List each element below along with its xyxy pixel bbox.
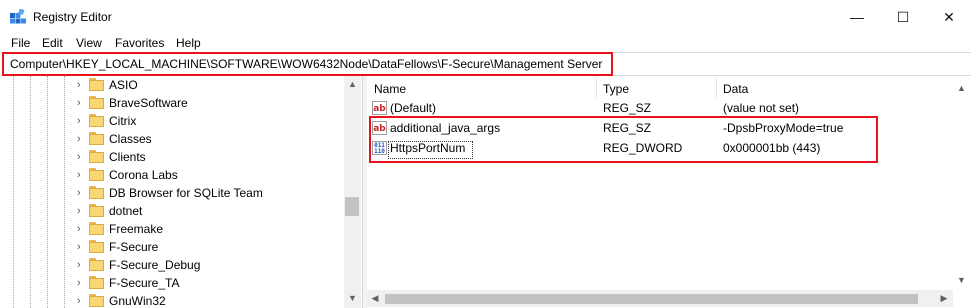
folder-icon [89,186,104,199]
folder-icon [89,240,104,253]
column-header-data[interactable]: Data [723,82,748,96]
column-header-type[interactable]: Type [603,82,629,96]
chevron-right-icon[interactable]: › [77,79,85,91]
scrollbar-thumb[interactable] [385,294,918,304]
tree-item-label: ASIO [109,78,138,92]
folder-icon [89,276,104,289]
tree-item-label: Freemake [109,222,164,236]
tree-item[interactable]: › Clients [0,148,340,166]
tree-item[interactable]: › ASIO [0,76,340,94]
chevron-right-icon[interactable]: › [77,133,85,145]
chevron-right-icon[interactable]: › [77,295,85,307]
column-header-name[interactable]: Name [374,82,406,96]
chevron-right-icon[interactable]: › [77,187,85,199]
maximize-button[interactable]: ☐ [880,0,926,34]
key-tree-pane[interactable]: › ASIO › BraveSoftware › Citrix › Classe… [0,76,361,308]
folder-icon [89,294,104,307]
value-type: REG_SZ [603,101,652,115]
tree-item-label: Corona Labs [109,168,178,182]
chevron-right-icon[interactable]: › [77,223,85,235]
menu-favorites[interactable]: Favorites [115,36,164,50]
tree-vertical-scrollbar[interactable] [344,76,361,308]
tree-item-label: dotnet [109,204,143,218]
tree-item[interactable]: › BraveSoftware [0,94,340,112]
minimize-button[interactable]: — [834,0,880,34]
folder-icon [89,96,104,109]
close-button[interactable]: ✕ [926,0,972,34]
tree-item[interactable]: › F-Secure_TA [0,274,340,292]
folder-icon [89,78,104,91]
value-data: (value not set) [723,101,800,115]
column-divider[interactable] [716,77,717,99]
scrollbar-thumb[interactable] [345,197,359,216]
scroll-right-arrow-icon[interactable]: ▶ [936,290,952,307]
tree-item-label: F-Secure [109,240,159,254]
chevron-right-icon[interactable]: › [77,169,85,181]
tree-item-label: Classes [109,132,152,146]
menu-view[interactable]: View [76,36,102,50]
folder-icon [89,258,104,271]
chevron-right-icon[interactable]: › [77,115,85,127]
tree-item-label: BraveSoftware [109,96,188,110]
tree-item-label: DB Browser for SQLite Team [109,186,263,200]
values-vertical-scrollbar[interactable] [953,76,970,290]
folder-icon [89,168,104,181]
column-divider[interactable] [596,77,597,99]
value-name: (Default) [390,101,437,115]
tree-item[interactable]: › Classes [0,130,340,148]
tree-item[interactable]: › DB Browser for SQLite Team [0,184,340,202]
address-highlight-box [2,52,613,76]
menu-help[interactable]: Help [176,36,201,50]
scroll-up-arrow-icon[interactable]: ▲ [344,76,361,92]
folder-icon [89,204,104,217]
chevron-right-icon[interactable]: › [77,97,85,109]
tree-item-label: F-Secure_Debug [109,258,201,272]
chevron-right-icon[interactable]: › [77,277,85,289]
tree-item-label: Clients [109,150,146,164]
window-title: Registry Editor [33,10,112,24]
tree-item[interactable]: › Freemake [0,220,340,238]
chevron-right-icon[interactable]: › [77,205,85,217]
tree-item[interactable]: › Citrix [0,112,340,130]
tree-item-label: F-Secure_TA [109,276,180,290]
chevron-right-icon[interactable]: › [77,259,85,271]
chevron-right-icon[interactable]: › [77,151,85,163]
tree-item-label: GnuWin32 [109,294,166,308]
tree-item[interactable]: › dotnet [0,202,340,220]
tree-item[interactable]: › Corona Labs [0,166,340,184]
tree-item[interactable]: › GnuWin32 [0,292,340,308]
folder-icon [89,132,104,145]
chevron-right-icon[interactable]: › [77,241,85,253]
folder-icon [89,222,104,235]
menu-edit[interactable]: Edit [42,36,63,50]
title-bar [0,0,974,34]
tree-item[interactable]: › F-Secure_Debug [0,256,340,274]
registry-editor-icon [10,9,26,24]
tree-item-label: Citrix [109,114,137,128]
scroll-down-arrow-icon[interactable]: ▼ [953,272,970,288]
values-highlight-box [369,116,878,163]
string-value-icon: ab [372,101,387,115]
tree-item[interactable]: › F-Secure [0,238,340,256]
scroll-left-arrow-icon[interactable]: ◀ [367,290,383,307]
menu-file[interactable]: File [11,36,30,50]
folder-icon [89,150,104,163]
folder-icon [89,114,104,127]
scroll-up-arrow-icon[interactable]: ▲ [953,80,970,96]
scroll-down-arrow-icon[interactable]: ▼ [344,290,361,306]
